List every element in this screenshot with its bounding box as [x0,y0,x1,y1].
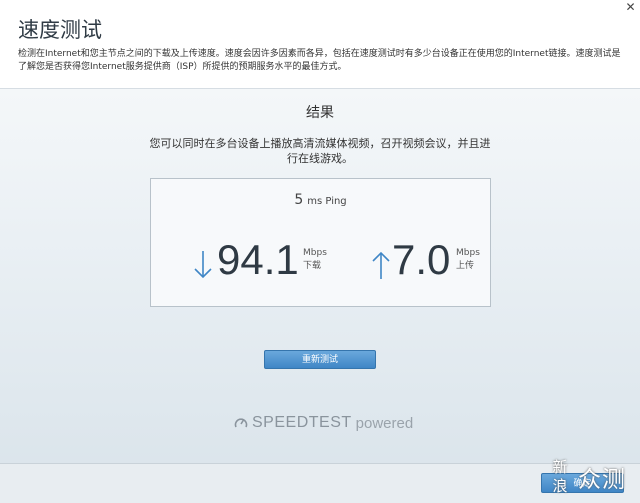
close-icon[interactable]: ✕ [625,1,636,13]
speedtest-logo: SPEEDTEST powered [234,413,413,433]
watermark-logo-bottom: 浪 [552,477,568,495]
watermark-logo-top: 新 [552,458,568,476]
upload-unit-block: Mbps 上传 [456,247,480,273]
download-speed: 94.1 [217,236,299,283]
arrow-down-icon [194,251,212,279]
ping-value: 5 [294,192,304,208]
download-unit: Mbps [303,248,327,258]
rerun-test-button[interactable]: 重新测试 [264,350,376,369]
result-panel: 5 ms Ping 94.1 Mbps 下载 7.0 Mbps 上传 [150,178,491,307]
result-heading: 结果 [306,105,334,121]
watermark-logo: 新 浪 [548,458,572,496]
ping-unit: ms Ping [307,196,347,207]
window-title: 速度测试 [18,18,102,42]
download-label: 下载 [303,261,322,271]
description-text: 检测在Internet和您主节点之间的下载及上传速度。速度会因许多因素而各异，包… [18,49,621,72]
upload-speed: 7.0 [392,236,451,283]
speedtest-brand: SPEEDTEST [252,414,352,431]
speedtest-suffix: powered [355,414,414,432]
upload-unit: Mbps [456,248,480,258]
watermark-name: 众测 [578,467,626,493]
upload-label: 上传 [456,261,475,271]
header-divider [0,88,640,89]
ping-readout: 5 ms Ping [151,189,490,208]
watermark: 新 浪 众测 [548,455,638,499]
arrow-up-icon [372,251,390,279]
download-unit-block: Mbps 下载 [303,247,327,273]
result-message: 您可以同时在多台设备上播放高清流媒体视频，召开视频会议，并且进行在线游戏。 [149,137,491,165]
speedometer-icon [234,418,248,428]
